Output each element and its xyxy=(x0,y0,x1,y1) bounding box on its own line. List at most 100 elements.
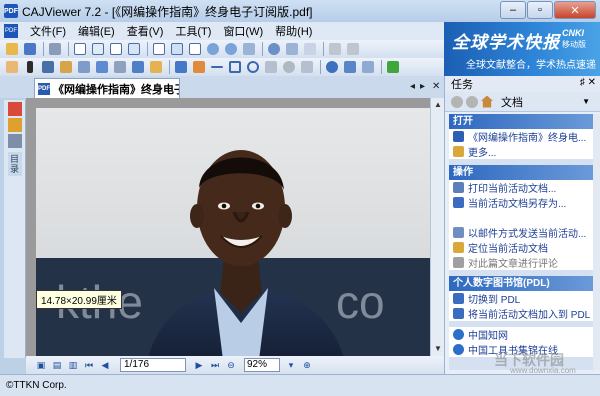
menu-tools[interactable]: 工具(T) xyxy=(169,23,217,39)
line-icon[interactable] xyxy=(209,59,225,75)
tab-scroll-left-icon[interactable]: ◂ xyxy=(410,81,415,92)
single-view-icon[interactable]: ▣ xyxy=(34,358,48,372)
facing-view-icon[interactable]: ▥ xyxy=(66,358,80,372)
toc-tab[interactable]: 目录 xyxy=(7,152,22,176)
print-icon[interactable] xyxy=(47,41,63,57)
task-pane-controls[interactable]: ♯ ✕ xyxy=(580,77,596,88)
tab-close-icon[interactable]: ✕ xyxy=(432,81,440,92)
first-page-button[interactable]: ⏮ xyxy=(82,358,96,372)
previous-page-button[interactable]: ◀ xyxy=(98,358,112,372)
link-label: 以邮件方式发送当前活动... xyxy=(468,229,587,240)
chevron-down-icon[interactable]: ▼ xyxy=(582,97,590,106)
zoom-dropdown-icon[interactable]: ▾ xyxy=(284,358,298,372)
menu-window[interactable]: 窗口(W) xyxy=(217,23,269,39)
locate-document-link[interactable]: 定位当前活动文档 xyxy=(449,240,593,255)
document-view[interactable]: kthe co xyxy=(26,98,444,356)
ocr-icon[interactable] xyxy=(58,59,74,75)
note-icon[interactable] xyxy=(263,59,279,75)
next-page-button[interactable]: ▶ xyxy=(192,358,206,372)
rectangle-icon[interactable] xyxy=(227,59,243,75)
prev-page-icon[interactable] xyxy=(345,41,361,57)
task-pane-scrollbar[interactable] xyxy=(593,114,600,370)
task-pane-dropdown[interactable]: 文档 xyxy=(501,94,523,110)
info-icon[interactable] xyxy=(342,59,358,75)
home-icon[interactable] xyxy=(481,95,493,108)
scroll-down-icon[interactable]: ▼ xyxy=(431,342,445,356)
first-page-icon[interactable] xyxy=(327,41,343,57)
rotate-icon[interactable] xyxy=(241,41,257,57)
tab-scroll-right-icon[interactable]: ▸ xyxy=(420,81,425,92)
select-tool-icon[interactable] xyxy=(22,59,38,75)
minimize-button[interactable]: – xyxy=(500,1,526,19)
print-to-icon[interactable] xyxy=(112,59,128,75)
zoom-input[interactable]: 92% xyxy=(244,358,280,372)
zoom-in-button[interactable]: ⊕ xyxy=(300,358,314,372)
maximize-button[interactable]: ▫ xyxy=(527,1,553,19)
link-icon[interactable] xyxy=(360,59,376,75)
highlight-icon[interactable] xyxy=(173,59,189,75)
single-page-icon[interactable] xyxy=(72,41,88,57)
last-page-button[interactable]: ⏭ xyxy=(208,358,222,372)
go-arrow-icon[interactable] xyxy=(385,59,401,75)
continuous-page-icon[interactable] xyxy=(90,41,106,57)
cnki-banner[interactable]: 全球学术快报 CNKI 移动版 全球文献整合，学术热点速递 xyxy=(444,22,600,76)
back-icon[interactable] xyxy=(451,95,463,108)
zoom-out-icon[interactable] xyxy=(223,41,239,57)
menu-view[interactable]: 查看(V) xyxy=(121,23,170,39)
ellipse-icon[interactable] xyxy=(245,59,261,75)
forward-icon[interactable] xyxy=(466,95,478,108)
zoom-out-button[interactable]: ⊖ xyxy=(224,358,238,372)
continuous-view-icon[interactable]: ▤ xyxy=(50,358,64,372)
comment-article-link[interactable]: 对此篇文章进行评论 xyxy=(449,255,593,270)
text-select-icon[interactable] xyxy=(40,59,56,75)
banner-title: 全球学术快报 xyxy=(452,33,560,52)
zoom-in-icon[interactable] xyxy=(205,41,221,57)
image-select-icon[interactable] xyxy=(94,59,110,75)
menu-help[interactable]: 帮助(H) xyxy=(269,23,318,39)
close-button[interactable]: ✕ xyxy=(554,1,596,19)
more-link[interactable]: 更多... xyxy=(449,144,593,159)
switch-pdl-link[interactable]: 切换到 PDL xyxy=(449,291,593,306)
link-label: 中国知网 xyxy=(468,331,508,342)
bookmark-icon[interactable] xyxy=(7,134,22,148)
add-to-pdl-link[interactable]: 将当前活动文档加入到 PDL xyxy=(449,306,593,321)
fit-page-icon[interactable] xyxy=(169,41,185,57)
facing-page-icon[interactable] xyxy=(108,41,124,57)
pencil-icon[interactable] xyxy=(7,118,22,132)
cnki-link[interactable]: 中国知网 xyxy=(449,327,593,342)
document-tab[interactable]: PDF 《网编操作指南》终身电子... xyxy=(34,78,180,98)
hand-tool-icon[interactable] xyxy=(4,59,20,75)
find-icon[interactable] xyxy=(266,41,282,57)
watermark-url: www.downxia.com xyxy=(510,366,576,375)
email-document-link[interactable]: 以邮件方式发送当前活动... xyxy=(449,225,593,240)
snapshot-icon[interactable] xyxy=(76,59,92,75)
vertical-scrollbar[interactable]: ▲ ▼ xyxy=(430,98,444,356)
fit-width-icon[interactable] xyxy=(151,41,167,57)
help-icon[interactable] xyxy=(324,59,340,75)
find-next-icon[interactable] xyxy=(284,41,300,57)
publish-icon[interactable] xyxy=(130,59,146,75)
copy-icon[interactable] xyxy=(302,41,318,57)
recent-document-link[interactable]: 《网编操作指南》终身电... xyxy=(449,129,593,144)
export-icon[interactable] xyxy=(148,59,164,75)
task-pane-body: 打开 《网编操作指南》终身电... 更多... 操作 打印当前活动文档... 当… xyxy=(449,114,593,370)
book-view-icon[interactable] xyxy=(126,41,142,57)
open-icon[interactable] xyxy=(4,41,20,57)
pdl-icon xyxy=(453,293,464,304)
annotation-icon[interactable] xyxy=(7,102,22,116)
page-number-input[interactable]: 1/176 xyxy=(120,358,186,372)
menu-file[interactable]: 文件(F) xyxy=(24,23,72,39)
document-menu-icon[interactable]: PDF xyxy=(4,24,18,38)
stamp-icon[interactable] xyxy=(299,59,315,75)
scroll-up-icon[interactable]: ▲ xyxy=(431,98,445,112)
section-pdl: 个人数字图书馆(PDL) 切换到 PDL 将当前活动文档加入到 PDL xyxy=(449,276,593,321)
save-as-link[interactable]: 当前活动文档另存为... xyxy=(449,195,593,210)
link-label: 定位当前活动文档 xyxy=(468,244,548,255)
app-icon: PDF xyxy=(4,4,18,18)
print-document-link[interactable]: 打印当前活动文档... xyxy=(449,180,593,195)
save-icon[interactable] xyxy=(22,41,38,57)
actual-size-icon[interactable] xyxy=(187,41,203,57)
menu-edit[interactable]: 编辑(E) xyxy=(72,23,121,39)
gear-icon[interactable] xyxy=(281,59,297,75)
pen-icon[interactable] xyxy=(191,59,207,75)
